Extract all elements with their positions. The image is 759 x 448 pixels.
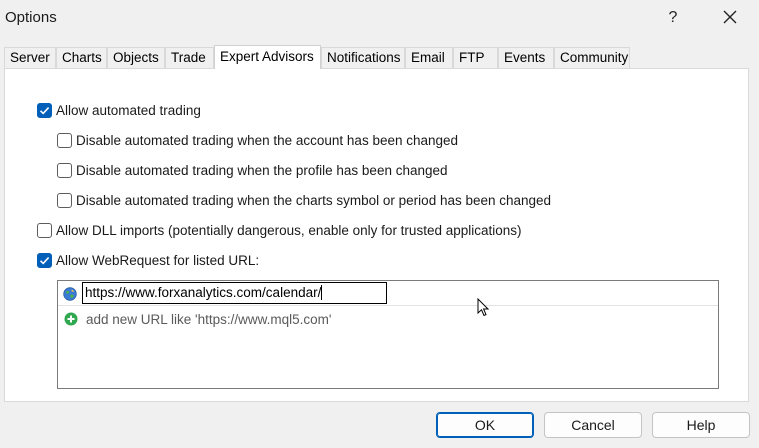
tab-events[interactable]: Events — [498, 47, 554, 68]
disable-on-account-change-checkbox[interactable] — [57, 132, 72, 148]
allow-automated-trading-label: Allow automated trading — [56, 102, 201, 118]
tab-server[interactable]: Server — [4, 47, 56, 68]
disable-on-account-change-option[interactable]: Disable automated trading when the accou… — [57, 131, 458, 149]
tab-community[interactable]: Community — [554, 47, 630, 68]
allow-webrequest-option[interactable]: Allow WebRequest for listed URL: — [37, 251, 259, 269]
tab-notifications[interactable]: Notifications — [321, 47, 405, 68]
allow-dll-imports-label: Allow DLL imports (potentially dangerous… — [56, 222, 522, 238]
url-edit-field[interactable]: https://www.forxanalytics.com/calendar/ — [82, 282, 387, 304]
disable-on-account-change-label: Disable automated trading when the accou… — [76, 132, 459, 148]
disable-on-profile-change-checkbox[interactable] — [57, 162, 72, 178]
allow-webrequest-checkbox[interactable] — [37, 252, 52, 268]
title-bar: Options ? — [0, 0, 759, 36]
tab-charts[interactable]: Charts — [56, 47, 107, 68]
disable-on-symbol-change-label: Disable automated trading when the chart… — [76, 192, 552, 208]
help-button[interactable]: Help — [652, 412, 750, 438]
help-title-button[interactable]: ? — [664, 6, 682, 30]
allow-dll-imports-option[interactable]: Allow DLL imports (potentially dangerous… — [37, 221, 522, 239]
tab-expert-advisors[interactable]: Expert Advisors — [214, 45, 321, 69]
url-list-row[interactable]: https://www.forxanalytics.com/calendar/ — [58, 281, 718, 306]
close-icon — [723, 10, 737, 24]
mouse-pointer-icon — [477, 298, 490, 317]
tab-email[interactable]: Email — [405, 47, 453, 68]
checkmark-icon — [39, 106, 50, 115]
disable-on-profile-change-label: Disable automated trading when the profi… — [76, 162, 448, 178]
add-url-hint[interactable]: add new URL like 'https://www.mql5.com' — [86, 312, 332, 327]
text-caret — [321, 285, 323, 300]
disable-on-symbol-change-checkbox[interactable] — [57, 192, 72, 208]
allow-automated-trading-checkbox[interactable] — [37, 102, 52, 118]
ok-button[interactable]: OK — [436, 412, 534, 438]
allow-automated-trading-option[interactable]: Allow automated trading — [37, 101, 201, 119]
tab-trade[interactable]: Trade — [165, 47, 214, 68]
disable-on-symbol-change-option[interactable]: Disable automated trading when the chart… — [57, 191, 551, 209]
checkmark-icon — [39, 256, 50, 265]
disable-on-profile-change-option[interactable]: Disable automated trading when the profi… — [57, 161, 448, 179]
tab-ftp[interactable]: FTP — [453, 47, 498, 68]
plus-circle-icon[interactable] — [64, 312, 78, 326]
close-button[interactable] — [718, 4, 742, 30]
window-title: Options — [5, 9, 57, 26]
url-value: https://www.forxanalytics.com/calendar/ — [85, 285, 322, 300]
tab-objects[interactable]: Objects — [107, 47, 165, 68]
allow-dll-imports-checkbox[interactable] — [37, 222, 52, 238]
globe-icon — [63, 287, 77, 301]
allow-webrequest-label: Allow WebRequest for listed URL: — [56, 252, 260, 268]
url-list[interactable]: https://www.forxanalytics.com/calendar/ … — [57, 280, 719, 389]
cancel-button[interactable]: Cancel — [544, 412, 642, 438]
